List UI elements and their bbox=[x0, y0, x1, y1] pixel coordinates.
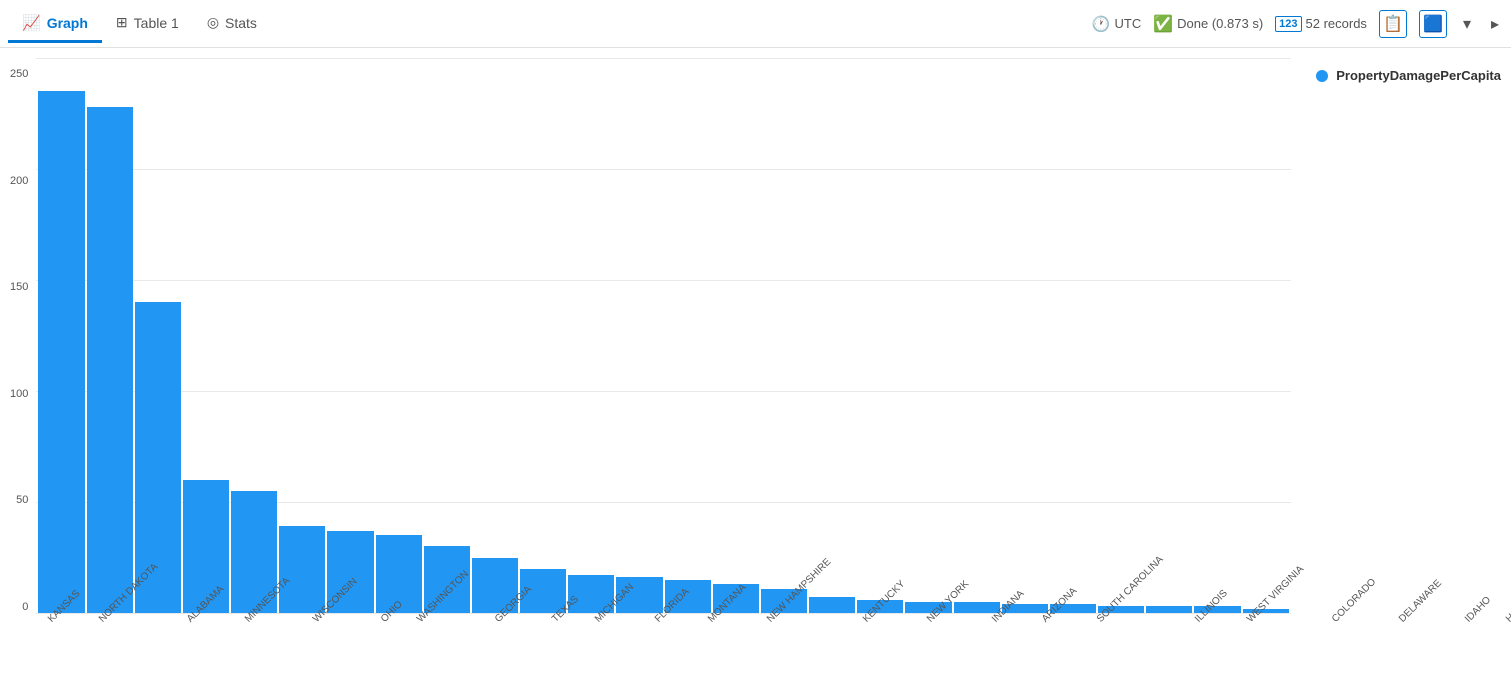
x-label-wrapper: DELAWARE bbox=[1389, 617, 1452, 628]
legend-label: PropertyDamagePerCapita bbox=[1336, 68, 1501, 83]
y-axis-label: 200 bbox=[10, 175, 28, 187]
utc-label: UTC bbox=[1115, 16, 1142, 31]
records-item: 123 52 records bbox=[1275, 16, 1367, 32]
legend: PropertyDamagePerCapita bbox=[1316, 68, 1501, 83]
chart-area: 250 200 150 100 50 0 KANSASNORTH DAKOTAALABAM… bbox=[0, 48, 1511, 693]
bars-container bbox=[36, 58, 1291, 613]
bar-wrapper[interactable] bbox=[472, 58, 518, 613]
x-label-wrapper: ALABAMA bbox=[177, 617, 232, 628]
tab-stats-label: Stats bbox=[225, 15, 257, 31]
bar-wrapper[interactable] bbox=[713, 58, 759, 613]
x-label-wrapper: ARIZONA bbox=[1032, 617, 1084, 628]
clock-icon: 🕐 bbox=[1092, 15, 1111, 33]
bar-wrapper[interactable] bbox=[568, 58, 614, 613]
y-axis-label: 150 bbox=[10, 281, 28, 293]
x-label-wrapper: KANSAS bbox=[38, 617, 87, 628]
bar-wrapper[interactable] bbox=[809, 58, 855, 613]
x-label-wrapper: GEORGIA bbox=[485, 617, 540, 628]
x-axis-label: DELAWARE bbox=[1397, 578, 1444, 625]
bar-wrapper[interactable] bbox=[857, 58, 903, 613]
bar-wrapper[interactable] bbox=[761, 58, 807, 613]
graph-icon: 📈 bbox=[22, 14, 41, 32]
bar-wrapper[interactable] bbox=[665, 58, 711, 613]
done-item: ✅ Done (0.873 s) bbox=[1153, 14, 1263, 34]
x-label-wrapper: INDIANA bbox=[982, 617, 1031, 628]
bar bbox=[809, 597, 855, 613]
bar-wrapper[interactable] bbox=[1002, 58, 1048, 613]
chart-inner: KANSASNORTH DAKOTAALABAMAMINNESOTAWISCON… bbox=[36, 58, 1511, 693]
tab-table1[interactable]: ⊞ Table 1 bbox=[102, 6, 193, 42]
bar bbox=[38, 91, 84, 613]
bar-wrapper[interactable] bbox=[1194, 58, 1240, 613]
display-button[interactable]: 🟦 bbox=[1419, 10, 1447, 38]
bar bbox=[1146, 606, 1192, 613]
tab-graph[interactable]: 📈 Graph bbox=[8, 6, 102, 43]
bar bbox=[279, 526, 325, 613]
x-label-wrapper: NORTH DAKOTA bbox=[89, 617, 176, 628]
y-axis-label: 250 bbox=[10, 68, 28, 80]
x-label-wrapper: IDAHO bbox=[1455, 617, 1495, 628]
x-label-wrapper: HAWAII bbox=[1496, 617, 1511, 628]
tab-graph-label: Graph bbox=[47, 15, 88, 31]
x-label-wrapper: MONTANA bbox=[698, 617, 755, 628]
bar-wrapper[interactable] bbox=[38, 58, 84, 613]
y-axis: 250 200 150 100 50 0 bbox=[0, 58, 36, 693]
legend-dot bbox=[1316, 70, 1328, 82]
x-label-wrapper: ILLINOIS bbox=[1185, 617, 1234, 628]
x-label-wrapper: OHIO bbox=[371, 617, 405, 628]
utc-item: 🕐 UTC bbox=[1092, 15, 1141, 33]
y-axis-label: 50 bbox=[10, 494, 28, 506]
toolbar: 📈 Graph ⊞ Table 1 ◎ Stats 🕐 UTC ✅ Done (… bbox=[0, 0, 1511, 48]
x-label-wrapper: WASHINGTON bbox=[407, 617, 483, 628]
bar-wrapper[interactable] bbox=[1146, 58, 1192, 613]
bar-wrapper[interactable] bbox=[905, 58, 951, 613]
bar-wrapper[interactable] bbox=[87, 58, 133, 613]
x-label-wrapper: NEW YORK bbox=[917, 617, 979, 628]
bar-wrapper[interactable] bbox=[1098, 58, 1144, 613]
chevron-right-icon[interactable]: ▸ bbox=[1487, 12, 1503, 36]
x-axis-label: IDAHO bbox=[1463, 595, 1493, 625]
bar bbox=[954, 602, 1000, 613]
bar-wrapper[interactable] bbox=[231, 58, 277, 613]
clipboard-button[interactable]: 📋 bbox=[1379, 10, 1407, 38]
bar-wrapper[interactable] bbox=[183, 58, 229, 613]
x-label-wrapper: SOUTH CAROLINA bbox=[1087, 617, 1184, 628]
done-label: Done (0.873 s) bbox=[1177, 16, 1263, 31]
bar-wrapper[interactable] bbox=[376, 58, 422, 613]
done-check-icon: ✅ bbox=[1153, 14, 1173, 34]
x-label-wrapper: KENTUCKY bbox=[853, 617, 915, 628]
y-axis-label: 0 bbox=[10, 601, 28, 613]
bar-wrapper[interactable] bbox=[1243, 58, 1289, 613]
x-axis-label: HAWAII bbox=[1504, 592, 1511, 624]
x-label-wrapper: TEXAS bbox=[542, 617, 583, 628]
records-count-icon: 123 bbox=[1275, 16, 1301, 32]
bar-wrapper[interactable] bbox=[279, 58, 325, 613]
x-labels: KANSASNORTH DAKOTAALABAMAMINNESOTAWISCON… bbox=[36, 613, 1291, 693]
table-icon: ⊞ bbox=[116, 14, 128, 31]
x-label-wrapper: WEST VIRGINIA bbox=[1237, 617, 1320, 628]
bar-wrapper[interactable] bbox=[135, 58, 181, 613]
x-label-wrapper: MICHIGAN bbox=[585, 617, 643, 628]
x-label-wrapper: COLORADO bbox=[1322, 617, 1387, 628]
bar-wrapper[interactable] bbox=[520, 58, 566, 613]
x-label-wrapper: WISCONSIN bbox=[303, 617, 369, 628]
tab-table1-label: Table 1 bbox=[134, 15, 179, 31]
chevron-down-icon[interactable]: ▾ bbox=[1459, 12, 1475, 36]
toolbar-right: 🕐 UTC ✅ Done (0.873 s) 123 52 records 📋 … bbox=[1092, 10, 1503, 38]
x-label-wrapper: NEW HAMPSHIRE bbox=[757, 617, 851, 628]
bar-wrapper[interactable] bbox=[616, 58, 662, 613]
bar bbox=[87, 107, 133, 613]
x-axis-label: COLORADO bbox=[1330, 577, 1378, 625]
tab-stats[interactable]: ◎ Stats bbox=[193, 6, 271, 42]
x-label-wrapper: FLORIDA bbox=[645, 617, 696, 628]
bar-wrapper[interactable] bbox=[327, 58, 373, 613]
bar-wrapper[interactable] bbox=[954, 58, 1000, 613]
bar-wrapper[interactable] bbox=[1050, 58, 1096, 613]
x-label-wrapper: MINNESOTA bbox=[235, 617, 302, 628]
records-label: 52 records bbox=[1306, 16, 1367, 31]
stats-icon: ◎ bbox=[207, 14, 219, 31]
y-axis-label: 100 bbox=[10, 388, 28, 400]
bar-wrapper[interactable] bbox=[424, 58, 470, 613]
